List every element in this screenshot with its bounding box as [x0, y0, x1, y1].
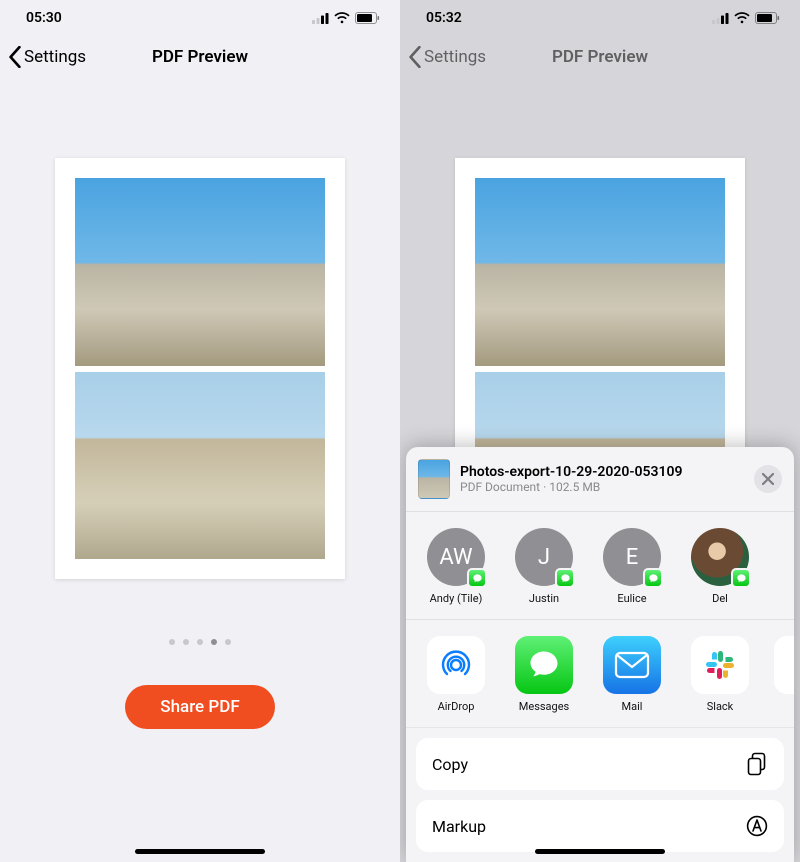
avatar: AW — [427, 528, 485, 586]
slack-icon — [691, 636, 749, 694]
nav-bar: Settings PDF Preview — [400, 36, 800, 78]
app-label: AirDrop — [438, 700, 475, 713]
back-label: Settings — [424, 47, 486, 67]
status-bar: 05:32 — [400, 0, 800, 36]
messages-badge-icon — [555, 568, 575, 588]
chevron-left-icon — [408, 46, 422, 68]
share-sheet-header: Photos-export-10-29-2020-053109 PDF Docu… — [406, 459, 794, 512]
close-button[interactable] — [754, 465, 782, 493]
share-app-messages[interactable]: Messages — [510, 636, 578, 713]
file-thumbnail — [418, 459, 450, 499]
share-apps-row[interactable]: AirDrop Messages Mail — [406, 620, 794, 728]
app-label: Slack — [707, 700, 734, 713]
file-info: Photos-export-10-29-2020-053109 PDF Docu… — [460, 464, 744, 494]
share-app-mail[interactable]: Mail — [598, 636, 666, 713]
messages-icon — [515, 636, 573, 694]
home-indicator[interactable] — [535, 849, 665, 854]
page-dot[interactable] — [197, 639, 203, 645]
avatar: E — [603, 528, 661, 586]
phone-left: 05:30 Settings PDF Preview Share PDF — [0, 0, 400, 862]
cellular-icon — [712, 13, 729, 24]
messages-badge-icon — [731, 568, 751, 588]
status-indicators — [312, 12, 380, 24]
wifi-icon — [734, 12, 750, 24]
share-app-slack[interactable]: Slack — [686, 636, 754, 713]
contact-label: Justin — [529, 592, 559, 605]
copy-icon — [746, 752, 768, 776]
file-meta: PDF Document · 102.5 MB — [460, 480, 744, 494]
file-name: Photos-export-10-29-2020-053109 — [460, 464, 744, 480]
share-app-more[interactable] — [774, 636, 794, 713]
markup-icon — [746, 815, 768, 837]
status-indicators — [712, 12, 780, 24]
battery-icon — [755, 12, 780, 24]
action-markup[interactable]: Markup — [416, 800, 784, 852]
airdrop-icon — [427, 636, 485, 694]
share-contact[interactable]: J Justin — [510, 528, 578, 605]
share-pdf-button[interactable]: Share PDF — [125, 685, 275, 729]
messages-badge-icon — [643, 568, 663, 588]
contact-label: Andy (Tile) — [430, 592, 483, 605]
share-app-airdrop[interactable]: AirDrop — [422, 636, 490, 713]
back-button[interactable]: Settings — [8, 46, 86, 68]
close-icon — [762, 473, 774, 485]
action-copy[interactable]: Copy — [416, 738, 784, 790]
app-label: Messages — [519, 700, 569, 713]
back-label: Settings — [24, 47, 86, 67]
share-contacts-row[interactable]: AW Andy (Tile) J Justin E Eulice — [406, 512, 794, 620]
page-dot[interactable] — [225, 639, 231, 645]
share-sheet: Photos-export-10-29-2020-053109 PDF Docu… — [406, 447, 794, 862]
wifi-icon — [334, 12, 350, 24]
preview-photo — [75, 372, 325, 560]
preview-photo — [475, 178, 725, 366]
chevron-left-icon — [8, 46, 22, 68]
action-label: Markup — [432, 817, 486, 836]
battery-icon — [355, 12, 380, 24]
messages-badge-icon — [467, 568, 487, 588]
action-label: Copy — [432, 755, 468, 774]
contact-label: Eulice — [617, 592, 646, 605]
avatar: J — [515, 528, 573, 586]
status-time: 05:32 — [426, 10, 462, 26]
status-time: 05:30 — [26, 10, 62, 26]
contact-label: Del — [712, 592, 728, 605]
share-contact[interactable]: Del — [686, 528, 754, 605]
pdf-page-preview[interactable] — [55, 158, 345, 579]
page-dot[interactable] — [183, 639, 189, 645]
share-contact[interactable]: AW Andy (Tile) — [422, 528, 490, 605]
content: Share PDF — [0, 78, 400, 862]
share-contact[interactable]: E Eulice — [598, 528, 666, 605]
app-icon-peek — [774, 636, 794, 694]
avatar — [691, 528, 749, 586]
back-button[interactable]: Settings — [408, 46, 486, 68]
share-pdf-label: Share PDF — [160, 697, 239, 717]
status-bar: 05:30 — [0, 0, 400, 36]
cellular-icon — [312, 13, 329, 24]
page-dot[interactable] — [211, 639, 217, 645]
preview-photo — [75, 178, 325, 366]
share-actions: Copy Markup — [406, 728, 794, 852]
page-indicator[interactable] — [0, 639, 400, 645]
page-dot[interactable] — [169, 639, 175, 645]
app-label: Mail — [622, 700, 643, 713]
phone-right: 05:32 Settings PDF Preview Photos-export… — [400, 0, 800, 862]
nav-bar: Settings PDF Preview — [0, 36, 400, 78]
home-indicator[interactable] — [135, 849, 265, 854]
mail-icon — [603, 636, 661, 694]
